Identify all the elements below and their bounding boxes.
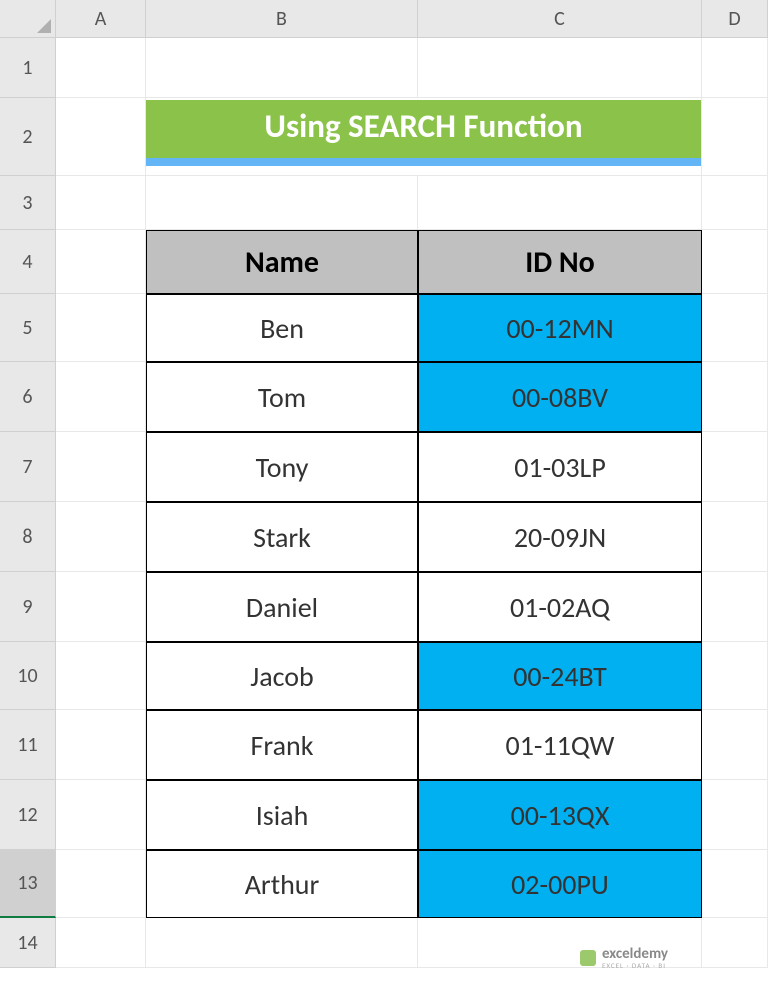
cell-a2[interactable] [56, 98, 146, 176]
col-header-d[interactable]: D [702, 0, 768, 38]
cell-d4[interactable] [702, 230, 768, 294]
row-header-7[interactable]: 7 [0, 432, 56, 502]
col-header-b[interactable]: B [146, 0, 418, 38]
cell-c1[interactable] [418, 38, 702, 98]
cell-b14[interactable] [146, 918, 418, 968]
cell-a5[interactable] [56, 294, 146, 362]
table-row[interactable]: Tony [146, 432, 418, 502]
cell-b1[interactable] [146, 38, 418, 98]
table-row[interactable]: 01-11QW [418, 710, 702, 780]
watermark: exceldemy EXCEL · DATA · BI [580, 947, 668, 969]
select-all-corner[interactable] [0, 0, 56, 38]
cell-d5[interactable] [702, 294, 768, 362]
title-banner: Using SEARCH Function [146, 100, 701, 166]
row-header-2[interactable]: 2 [0, 98, 56, 176]
title-merged-cell[interactable]: Using SEARCH Function [146, 98, 702, 176]
row-header-3[interactable]: 3 [0, 176, 56, 230]
table-row[interactable]: 00-24BT [418, 642, 702, 710]
table-row[interactable]: 01-02AQ [418, 572, 702, 642]
cell-a3[interactable] [56, 176, 146, 230]
watermark-sub-text: EXCEL · DATA · BI [602, 962, 668, 969]
col-header-c[interactable]: C [418, 0, 702, 38]
table-row[interactable]: Jacob [146, 642, 418, 710]
cell-a7[interactable] [56, 432, 146, 502]
cell-c3[interactable] [418, 176, 702, 230]
cell-a12[interactable] [56, 780, 146, 850]
cell-d7[interactable] [702, 432, 768, 502]
cell-a14[interactable] [56, 918, 146, 968]
cell-d8[interactable] [702, 502, 768, 572]
cell-d1[interactable] [702, 38, 768, 98]
cell-d13[interactable] [702, 850, 768, 918]
cell-d2[interactable] [702, 98, 768, 176]
table-row[interactable]: Tom [146, 362, 418, 432]
spreadsheet-grid: A B C D 1 2 Using SEARCH Function 3 4 Na… [0, 0, 768, 968]
table-header-name[interactable]: Name [146, 230, 418, 294]
row-header-8[interactable]: 8 [0, 502, 56, 572]
table-row[interactable]: Daniel [146, 572, 418, 642]
row-header-10[interactable]: 10 [0, 642, 56, 710]
row-header-4[interactable]: 4 [0, 230, 56, 294]
row-header-13[interactable]: 13 [0, 850, 56, 918]
row-header-9[interactable]: 9 [0, 572, 56, 642]
table-row[interactable]: Stark [146, 502, 418, 572]
row-header-11[interactable]: 11 [0, 710, 56, 780]
table-row[interactable]: Isiah [146, 780, 418, 850]
watermark-main-text: exceldemy [602, 947, 668, 962]
row-header-5[interactable]: 5 [0, 294, 56, 362]
table-row[interactable]: Frank [146, 710, 418, 780]
table-row[interactable]: 00-12MN [418, 294, 702, 362]
row-header-6[interactable]: 6 [0, 362, 56, 432]
col-header-a[interactable]: A [56, 0, 146, 38]
cell-a8[interactable] [56, 502, 146, 572]
table-row[interactable]: 01-03LP [418, 432, 702, 502]
cell-d14[interactable] [702, 918, 768, 968]
row-header-14[interactable]: 14 [0, 918, 56, 968]
cell-b3[interactable] [146, 176, 418, 230]
table-header-id[interactable]: ID No [418, 230, 702, 294]
table-row[interactable]: 20-09JN [418, 502, 702, 572]
row-header-1[interactable]: 1 [0, 38, 56, 98]
table-row[interactable]: 00-13QX [418, 780, 702, 850]
table-row[interactable]: 02-00PU [418, 850, 702, 918]
cell-a9[interactable] [56, 572, 146, 642]
watermark-text: exceldemy EXCEL · DATA · BI [602, 947, 668, 969]
row-header-12[interactable]: 12 [0, 780, 56, 850]
table-row[interactable]: Arthur [146, 850, 418, 918]
cell-a4[interactable] [56, 230, 146, 294]
table-row[interactable]: Ben [146, 294, 418, 362]
cell-d11[interactable] [702, 710, 768, 780]
cell-d12[interactable] [702, 780, 768, 850]
table-row[interactable]: 00-08BV [418, 362, 702, 432]
cell-a10[interactable] [56, 642, 146, 710]
watermark-icon [580, 950, 596, 966]
cell-d3[interactable] [702, 176, 768, 230]
cell-d6[interactable] [702, 362, 768, 432]
cell-a6[interactable] [56, 362, 146, 432]
cell-a1[interactable] [56, 38, 146, 98]
cell-a11[interactable] [56, 710, 146, 780]
cell-a13[interactable] [56, 850, 146, 918]
cell-d10[interactable] [702, 642, 768, 710]
cell-d9[interactable] [702, 572, 768, 642]
